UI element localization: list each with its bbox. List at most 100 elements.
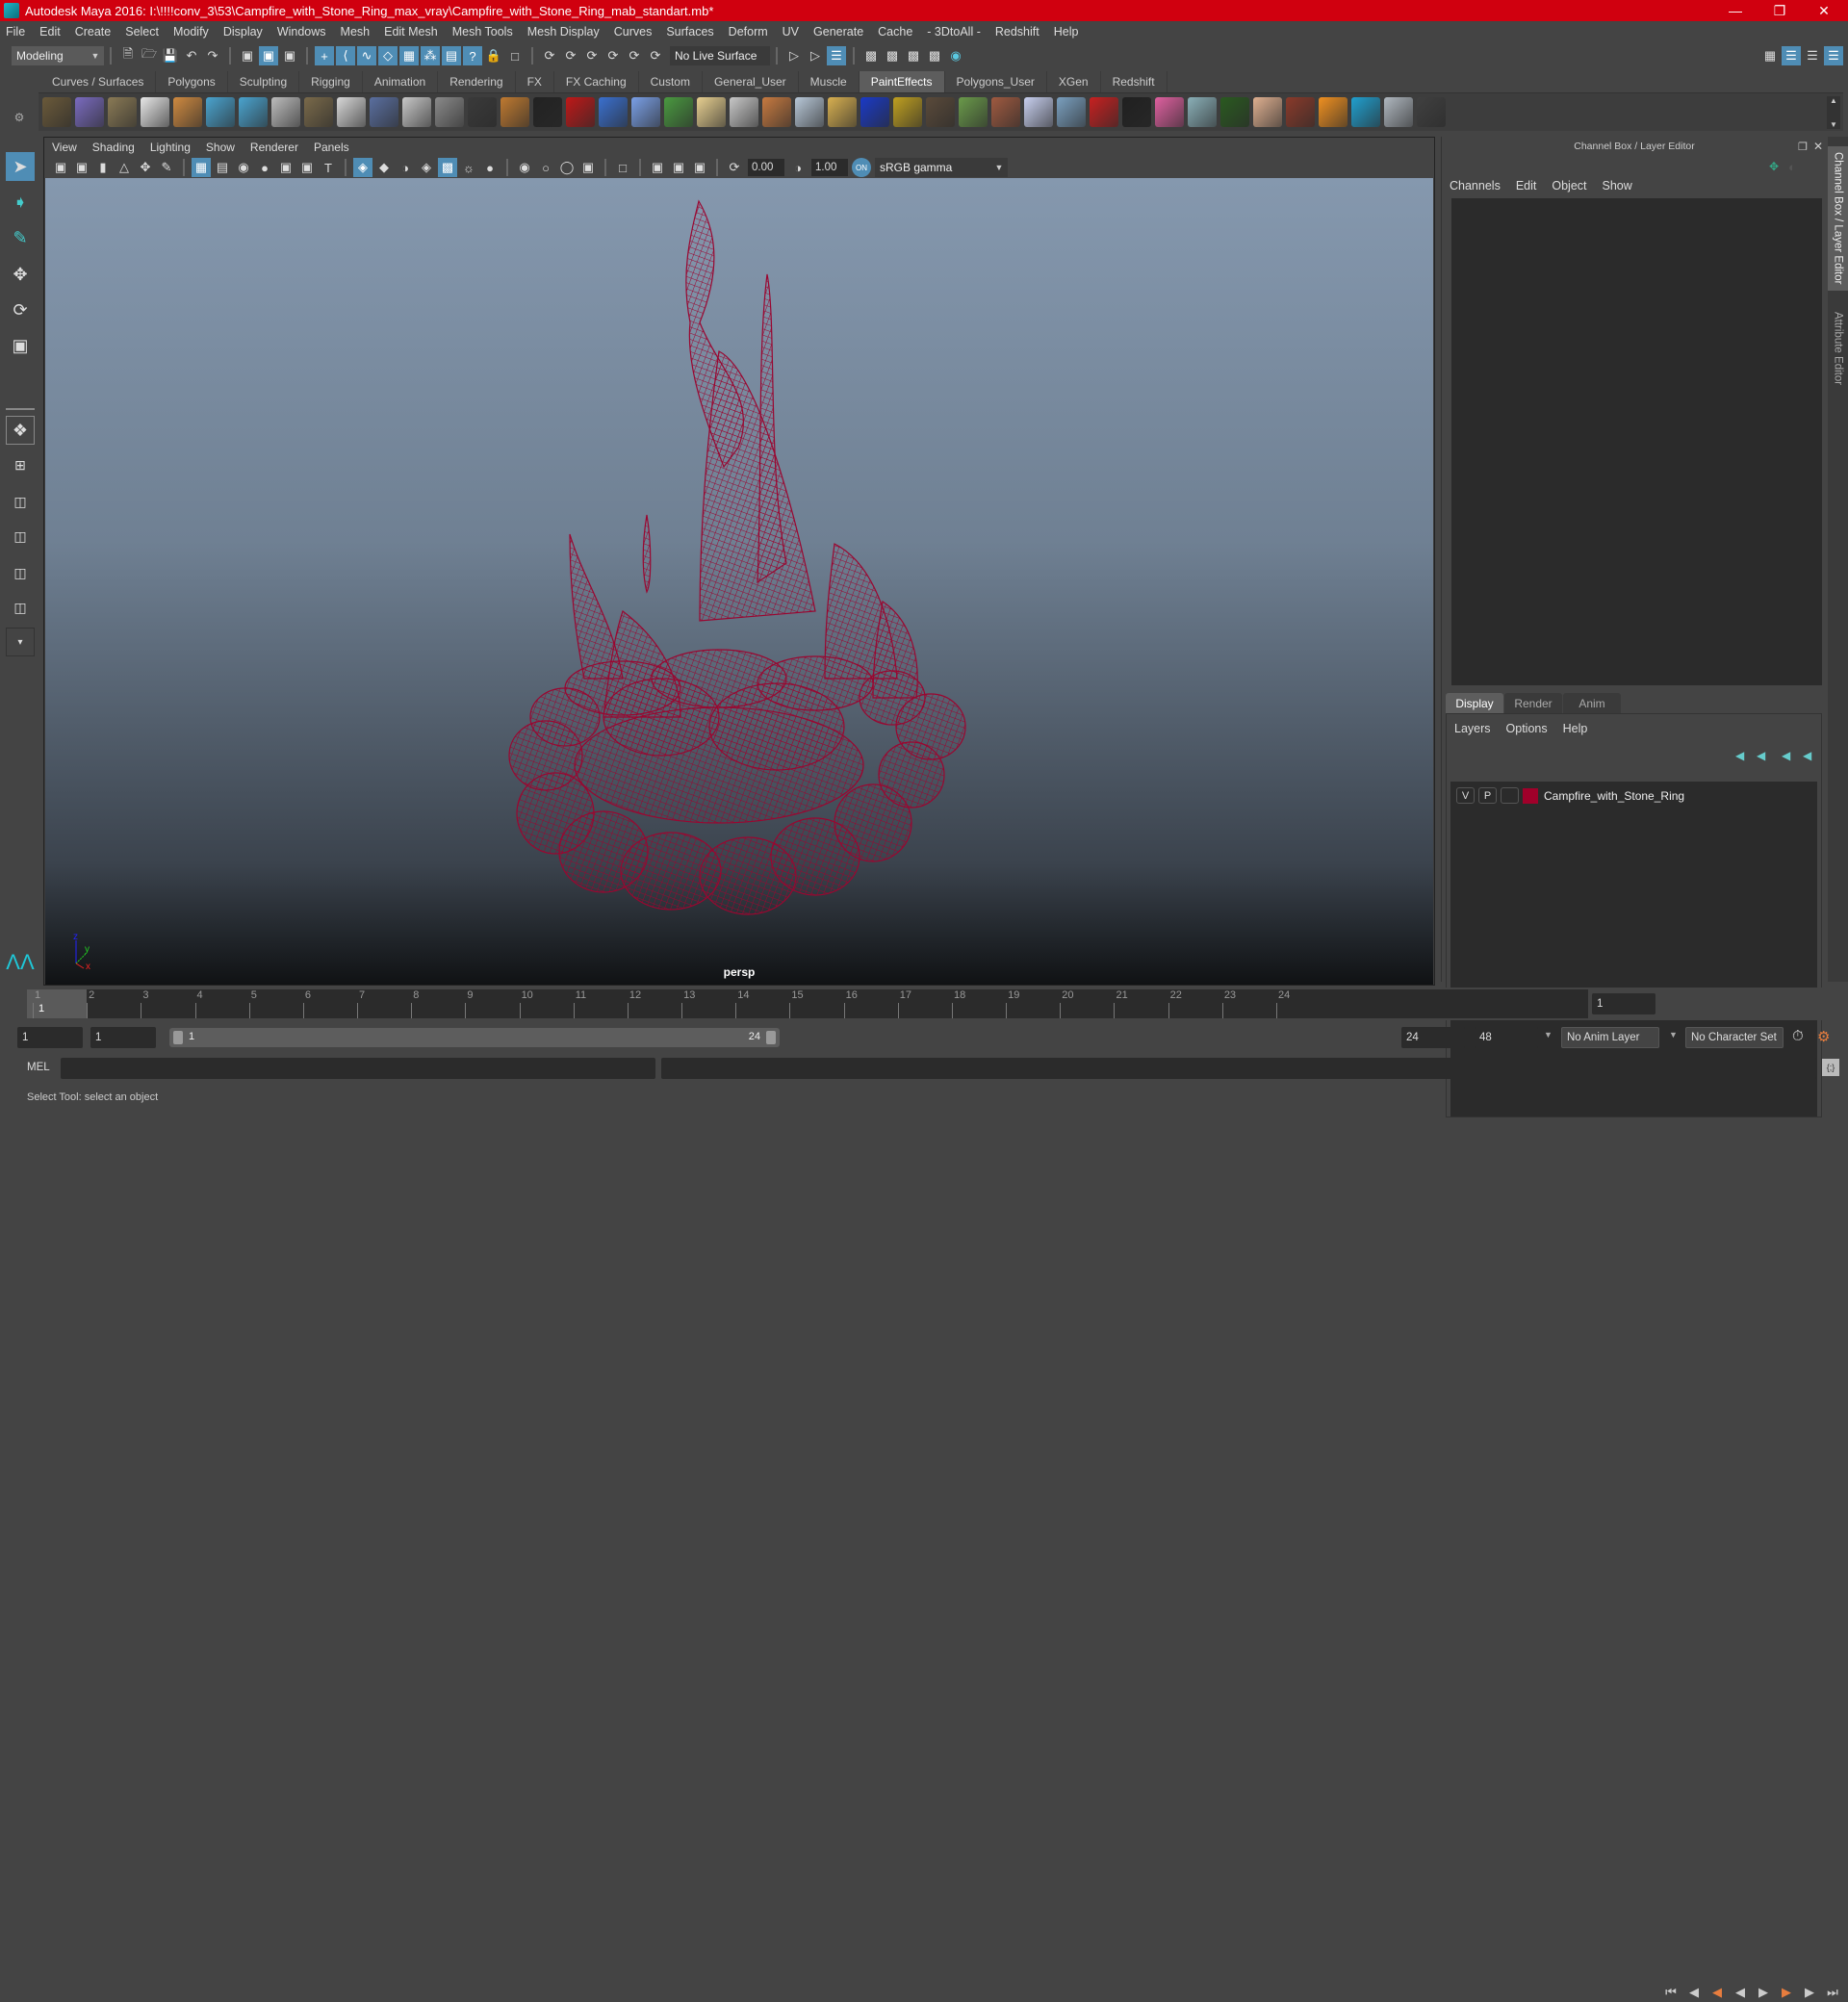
range-start-handle[interactable] bbox=[173, 1031, 183, 1044]
menu-modify[interactable]: Modify bbox=[173, 25, 209, 38]
isolate-select-icon[interactable]: □ bbox=[613, 158, 632, 177]
new-scene-icon[interactable]: 🗎 bbox=[118, 46, 138, 65]
move-layer-down-icon[interactable]: ◀ bbox=[1757, 749, 1765, 762]
bookmark-icon[interactable]: ▮ bbox=[93, 158, 113, 177]
menu-display[interactable]: Display bbox=[223, 25, 263, 38]
view-transform-dropdown[interactable]: sRGB gamma ▼ bbox=[875, 158, 1008, 177]
script-editor-icon[interactable]: {;} bbox=[1822, 1059, 1839, 1076]
menu-mesh-display[interactable]: Mesh Display bbox=[527, 25, 600, 38]
more-layouts-icon[interactable]: ▾ bbox=[6, 628, 35, 656]
four-view-layout-icon[interactable]: ⊞ bbox=[6, 450, 35, 479]
shelf-tab-muscle[interactable]: Muscle bbox=[799, 71, 860, 92]
viewport-menu-panels[interactable]: Panels bbox=[314, 141, 349, 154]
shelf-tool-icon[interactable] bbox=[730, 97, 758, 127]
shelf-tool-icon[interactable] bbox=[1024, 97, 1053, 127]
menu-uv[interactable]: UV bbox=[783, 25, 799, 38]
menu-edit-mesh[interactable]: Edit Mesh bbox=[384, 25, 438, 38]
float-panel-icon[interactable]: ❐ bbox=[1798, 141, 1808, 153]
textured-icon[interactable]: ▩ bbox=[438, 158, 457, 177]
range-end-handle[interactable] bbox=[766, 1031, 776, 1044]
shelf-tool-icon[interactable] bbox=[271, 97, 300, 127]
render-view-icon[interactable]: ▩ bbox=[861, 46, 881, 65]
tab-display[interactable]: Display bbox=[1446, 693, 1503, 713]
motion-blur-icon[interactable]: ○ bbox=[536, 158, 555, 177]
step-forward-frame-icon[interactable]: ▶ bbox=[1777, 1983, 1796, 2002]
close-panel-icon[interactable]: ✕ bbox=[1813, 140, 1823, 153]
animation-end-field[interactable]: 48 bbox=[1475, 1027, 1538, 1048]
play-backwards-icon[interactable]: ◀ bbox=[1731, 1983, 1750, 2002]
step-back-frame-icon[interactable]: ◀ bbox=[1707, 1983, 1727, 2002]
menu-generate[interactable]: Generate bbox=[813, 25, 863, 38]
shelf-tool-icon[interactable] bbox=[42, 97, 71, 127]
3d-scene-view[interactable]: z y x persp bbox=[45, 178, 1433, 985]
shelf-tab-redshift[interactable]: Redshift bbox=[1101, 71, 1168, 92]
safe-title-icon[interactable]: T bbox=[319, 158, 338, 177]
layer-name[interactable]: Campfire_with_Stone_Ring bbox=[1544, 789, 1684, 803]
scroll-up-icon[interactable]: ▲ bbox=[1830, 96, 1837, 105]
exposure-icon[interactable]: ⟳ bbox=[725, 158, 744, 177]
shelf-tool-icon[interactable] bbox=[500, 97, 529, 127]
step-back-key-icon[interactable]: ◀ bbox=[1684, 1983, 1704, 2002]
wireframe-on-shaded-icon[interactable]: ◈ bbox=[417, 158, 436, 177]
chevron-down-icon[interactable]: ▼ bbox=[1544, 1030, 1553, 1040]
select-hierarchy-icon[interactable]: ▣ bbox=[238, 46, 257, 65]
new-layer-icon[interactable]: ◀ bbox=[1782, 749, 1790, 762]
playback-start-field[interactable]: 1 bbox=[90, 1027, 156, 1048]
shelf-tool-icon[interactable] bbox=[1351, 97, 1380, 127]
select-object-icon[interactable]: ▣ bbox=[259, 46, 278, 65]
depth-of-field-icon[interactable]: ▣ bbox=[578, 158, 598, 177]
xray-joints-icon[interactable]: ▣ bbox=[669, 158, 688, 177]
modeling-toolkit-icon[interactable]: ▦ bbox=[1760, 46, 1780, 65]
live-surface-field[interactable]: No Live Surface bbox=[670, 46, 770, 65]
shelf-tab-curves-surfaces[interactable]: Curves / Surfaces bbox=[40, 71, 157, 92]
shelf-tool-icon[interactable] bbox=[1220, 97, 1249, 127]
snap-grid-icon[interactable]: ⟳ bbox=[540, 46, 559, 65]
shelf-tool-icon[interactable] bbox=[926, 97, 955, 127]
shelf-tool-icon[interactable] bbox=[795, 97, 824, 127]
menu-select[interactable]: Select bbox=[125, 25, 159, 38]
menu-help[interactable]: Help bbox=[1054, 25, 1079, 38]
shelf-tool-icon[interactable] bbox=[468, 97, 497, 127]
shelf-tool-icon[interactable] bbox=[959, 97, 988, 127]
shelf-tool-icon[interactable] bbox=[762, 97, 791, 127]
shelf-tool-icon[interactable] bbox=[1057, 97, 1086, 127]
shelf-tab-general-user[interactable]: General_User bbox=[703, 71, 799, 92]
viewport-menu-shading[interactable]: Shading bbox=[92, 141, 135, 154]
shelf-tool-icon[interactable] bbox=[631, 97, 660, 127]
scale-tool-icon[interactable]: ▣ bbox=[6, 331, 35, 360]
menu-deform[interactable]: Deform bbox=[729, 25, 768, 38]
shelf-tool-icon[interactable] bbox=[206, 97, 235, 127]
layer-playback-toggle[interactable]: P bbox=[1478, 787, 1497, 804]
shelf-tool-icon[interactable] bbox=[533, 97, 562, 127]
snap-curve-icon[interactable]: ⟳ bbox=[561, 46, 580, 65]
select-tool-icon[interactable]: ➤ bbox=[6, 152, 35, 181]
shelf-settings-icon[interactable]: ⚙ bbox=[14, 111, 25, 124]
shelf-tab-rendering[interactable]: Rendering bbox=[438, 71, 516, 92]
shelf-tool-icon[interactable] bbox=[141, 97, 169, 127]
close-icon[interactable]: ✕ bbox=[1802, 0, 1846, 21]
render-settings-icon[interactable]: ▩ bbox=[925, 46, 944, 65]
menu-file[interactable]: File bbox=[6, 25, 25, 38]
gamma-icon[interactable]: ◑ bbox=[788, 158, 808, 177]
time-slider-track[interactable]: 1 1 2 3 4 5 6 7 8 9 10 11 12 13 14 15 16 17 18 19 20 21 22 23 2… bbox=[27, 989, 1588, 1018]
shelf-tool-icon[interactable] bbox=[173, 97, 202, 127]
attribute-editor-toggle-icon[interactable]: ☰ bbox=[1803, 46, 1822, 65]
highlight-select-icon[interactable]: □ bbox=[505, 46, 525, 65]
select-curve-icon[interactable]: ∿ bbox=[357, 46, 376, 65]
select-misc-icon[interactable]: ? bbox=[463, 46, 482, 65]
play-forwards-icon[interactable]: ▶ bbox=[1754, 1983, 1773, 2002]
speed-icon[interactable]: ◐ bbox=[1788, 160, 1796, 174]
shelf-tab-polygons[interactable]: Polygons bbox=[156, 71, 228, 92]
menu-curves[interactable]: Curves bbox=[614, 25, 653, 38]
xray-components-icon[interactable]: ▣ bbox=[690, 158, 709, 177]
shelf-tool-icon[interactable] bbox=[697, 97, 726, 127]
manipulator-icon[interactable]: ✥ bbox=[1769, 160, 1779, 173]
shelf-tool-icon[interactable] bbox=[828, 97, 857, 127]
construction-history-icon[interactable]: ☰ bbox=[827, 46, 846, 65]
shelf-tool-icon[interactable] bbox=[337, 97, 366, 127]
select-surface-icon[interactable]: ◇ bbox=[378, 46, 398, 65]
layer-display-type-toggle[interactable] bbox=[1501, 787, 1519, 804]
viewport-menu-renderer[interactable]: Renderer bbox=[250, 141, 298, 154]
shelf-tool-icon[interactable] bbox=[860, 97, 889, 127]
gamma-field[interactable]: 1.00 bbox=[811, 159, 848, 176]
